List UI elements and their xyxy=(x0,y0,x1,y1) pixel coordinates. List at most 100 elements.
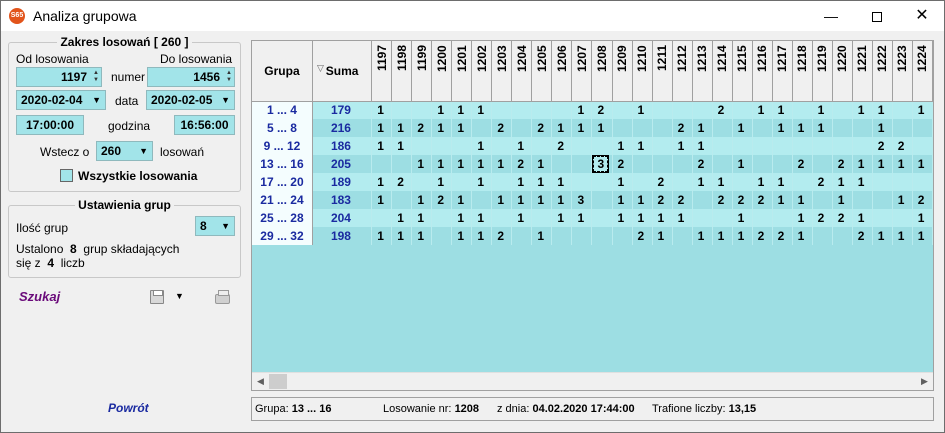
hit-count-cell[interactable] xyxy=(491,173,513,191)
column-header-draw[interactable]: 1201 xyxy=(451,41,473,102)
hit-count-cell[interactable]: 2 xyxy=(391,173,413,191)
group-cell[interactable]: 25 ... 28 xyxy=(252,209,313,227)
to-date-picker[interactable]: 2020-02-05 ▼ xyxy=(146,90,235,110)
hit-count-cell[interactable] xyxy=(792,101,813,119)
hit-count-cell[interactable] xyxy=(912,173,933,191)
hit-count-cell[interactable]: 1 xyxy=(612,191,633,209)
chevron-down-icon[interactable]: ▼ xyxy=(221,217,230,235)
hit-count-cell[interactable] xyxy=(431,209,453,227)
hit-count-cell[interactable]: 1 xyxy=(632,101,653,119)
hit-count-cell[interactable] xyxy=(391,155,413,173)
sum-cell[interactable]: 179 xyxy=(312,101,373,119)
hit-count-cell[interactable] xyxy=(391,191,413,209)
hit-count-cell[interactable]: 2 xyxy=(732,191,753,209)
hit-count-cell[interactable]: 1 xyxy=(892,191,913,209)
hit-count-cell[interactable]: 1 xyxy=(792,209,813,227)
hit-count-cell[interactable] xyxy=(632,173,653,191)
hit-count-cell[interactable]: 1 xyxy=(732,227,753,245)
group-cell[interactable]: 13 ... 16 xyxy=(252,155,313,173)
hit-count-cell[interactable] xyxy=(371,209,393,227)
hit-count-cell[interactable] xyxy=(451,137,473,155)
hit-count-cell[interactable] xyxy=(672,101,693,119)
printer-icon[interactable] xyxy=(215,290,230,304)
hit-count-cell[interactable]: 1 xyxy=(391,227,413,245)
hit-count-cell[interactable] xyxy=(832,227,853,245)
hit-count-cell[interactable] xyxy=(732,173,753,191)
hit-count-cell[interactable]: 2 xyxy=(832,155,853,173)
hit-count-cell[interactable]: 2 xyxy=(812,173,833,191)
sum-cell[interactable]: 183 xyxy=(312,191,373,209)
hit-count-cell[interactable] xyxy=(612,227,633,245)
hit-count-cell[interactable]: 1 xyxy=(632,209,653,227)
hit-count-cell[interactable] xyxy=(591,173,613,191)
hit-count-cell[interactable]: 1 xyxy=(431,101,453,119)
hit-count-cell[interactable]: 1 xyxy=(391,137,413,155)
hit-count-cell[interactable]: 1 xyxy=(591,119,613,137)
column-header-draw[interactable]: 1215 xyxy=(732,41,753,102)
hit-count-cell[interactable]: 1 xyxy=(571,119,593,137)
hit-count-cell[interactable] xyxy=(892,173,913,191)
hit-count-cell[interactable]: 2 xyxy=(852,227,873,245)
hit-count-cell[interactable] xyxy=(752,155,773,173)
hit-count-cell[interactable] xyxy=(571,227,593,245)
hit-count-cell[interactable] xyxy=(792,137,813,155)
hit-count-cell[interactable] xyxy=(591,209,613,227)
hit-count-cell[interactable]: 1 xyxy=(571,209,593,227)
hit-count-cell[interactable]: 1 xyxy=(551,119,573,137)
hit-count-cell[interactable]: 1 xyxy=(551,209,573,227)
column-header-draw[interactable]: 1202 xyxy=(471,41,493,102)
hit-count-cell[interactable]: 1 xyxy=(912,209,933,227)
hit-count-cell[interactable]: 1 xyxy=(912,155,933,173)
hit-count-cell[interactable] xyxy=(431,137,453,155)
hit-count-cell[interactable] xyxy=(612,119,633,137)
hit-count-cell[interactable]: 1 xyxy=(652,209,673,227)
hit-count-cell[interactable]: 1 xyxy=(511,137,533,155)
hit-count-cell[interactable] xyxy=(652,137,673,155)
hit-count-cell[interactable]: 2 xyxy=(672,191,693,209)
hit-count-cell[interactable]: 1 xyxy=(511,191,533,209)
hit-count-cell[interactable]: 1 xyxy=(451,227,473,245)
hit-count-cell[interactable] xyxy=(411,101,433,119)
hit-count-cell[interactable] xyxy=(591,137,613,155)
hit-count-cell[interactable] xyxy=(491,137,513,155)
search-link[interactable]: Szukaj xyxy=(19,289,60,304)
column-header-draw[interactable]: 1218 xyxy=(792,41,813,102)
hit-count-cell[interactable] xyxy=(752,119,773,137)
hit-count-cell[interactable]: 1 xyxy=(431,155,453,173)
column-header-draw[interactable]: 1211 xyxy=(652,41,673,102)
column-header-draw[interactable]: 1220 xyxy=(832,41,853,102)
hit-count-cell[interactable] xyxy=(511,227,533,245)
hit-count-cell[interactable] xyxy=(712,209,733,227)
hit-count-cell[interactable] xyxy=(431,227,453,245)
back-link[interactable]: Powrót xyxy=(108,401,149,415)
hit-count-cell[interactable]: 1 xyxy=(832,173,853,191)
hit-count-cell[interactable] xyxy=(712,155,733,173)
hit-count-cell[interactable]: 1 xyxy=(892,227,913,245)
hit-count-cell[interactable] xyxy=(411,173,433,191)
hit-count-cell[interactable]: 1 xyxy=(391,119,413,137)
hit-count-cell[interactable] xyxy=(752,209,773,227)
hit-count-cell[interactable]: 1 xyxy=(471,101,493,119)
hit-count-cell[interactable]: 1 xyxy=(411,209,433,227)
hit-count-cell[interactable]: 1 xyxy=(411,227,433,245)
hit-count-cell[interactable]: 1 xyxy=(571,101,593,119)
chevron-down-icon[interactable]: ▼ xyxy=(92,91,101,109)
hit-count-cell[interactable]: 1 xyxy=(632,137,653,155)
hit-count-cell[interactable]: 1 xyxy=(772,119,793,137)
hit-count-cell[interactable]: 1 xyxy=(732,119,753,137)
column-header-draw[interactable]: 1208 xyxy=(591,41,613,102)
table-row[interactable]: 5 ... 8 216 1 1 2 1 1 2 2 1 1 1 2 1 1 1 1 1 1 xyxy=(252,119,933,137)
hit-count-cell[interactable] xyxy=(411,137,433,155)
column-header-sum[interactable]: ▽ Suma xyxy=(312,41,373,102)
hit-count-cell[interactable]: 1 xyxy=(531,191,553,209)
sum-cell[interactable]: 189 xyxy=(312,173,373,191)
maximize-button[interactable] xyxy=(854,1,900,31)
hit-count-cell[interactable]: 1 xyxy=(371,191,393,209)
hit-count-cell[interactable] xyxy=(892,119,913,137)
hit-count-cell[interactable]: 1 xyxy=(471,227,493,245)
close-button[interactable]: ✕ xyxy=(899,1,945,31)
chevron-down-icon[interactable]: ▼ xyxy=(221,91,230,109)
hit-count-cell[interactable] xyxy=(712,119,733,137)
hit-count-cell[interactable]: 1 xyxy=(872,119,893,137)
hit-count-cell[interactable]: 1 xyxy=(491,191,513,209)
